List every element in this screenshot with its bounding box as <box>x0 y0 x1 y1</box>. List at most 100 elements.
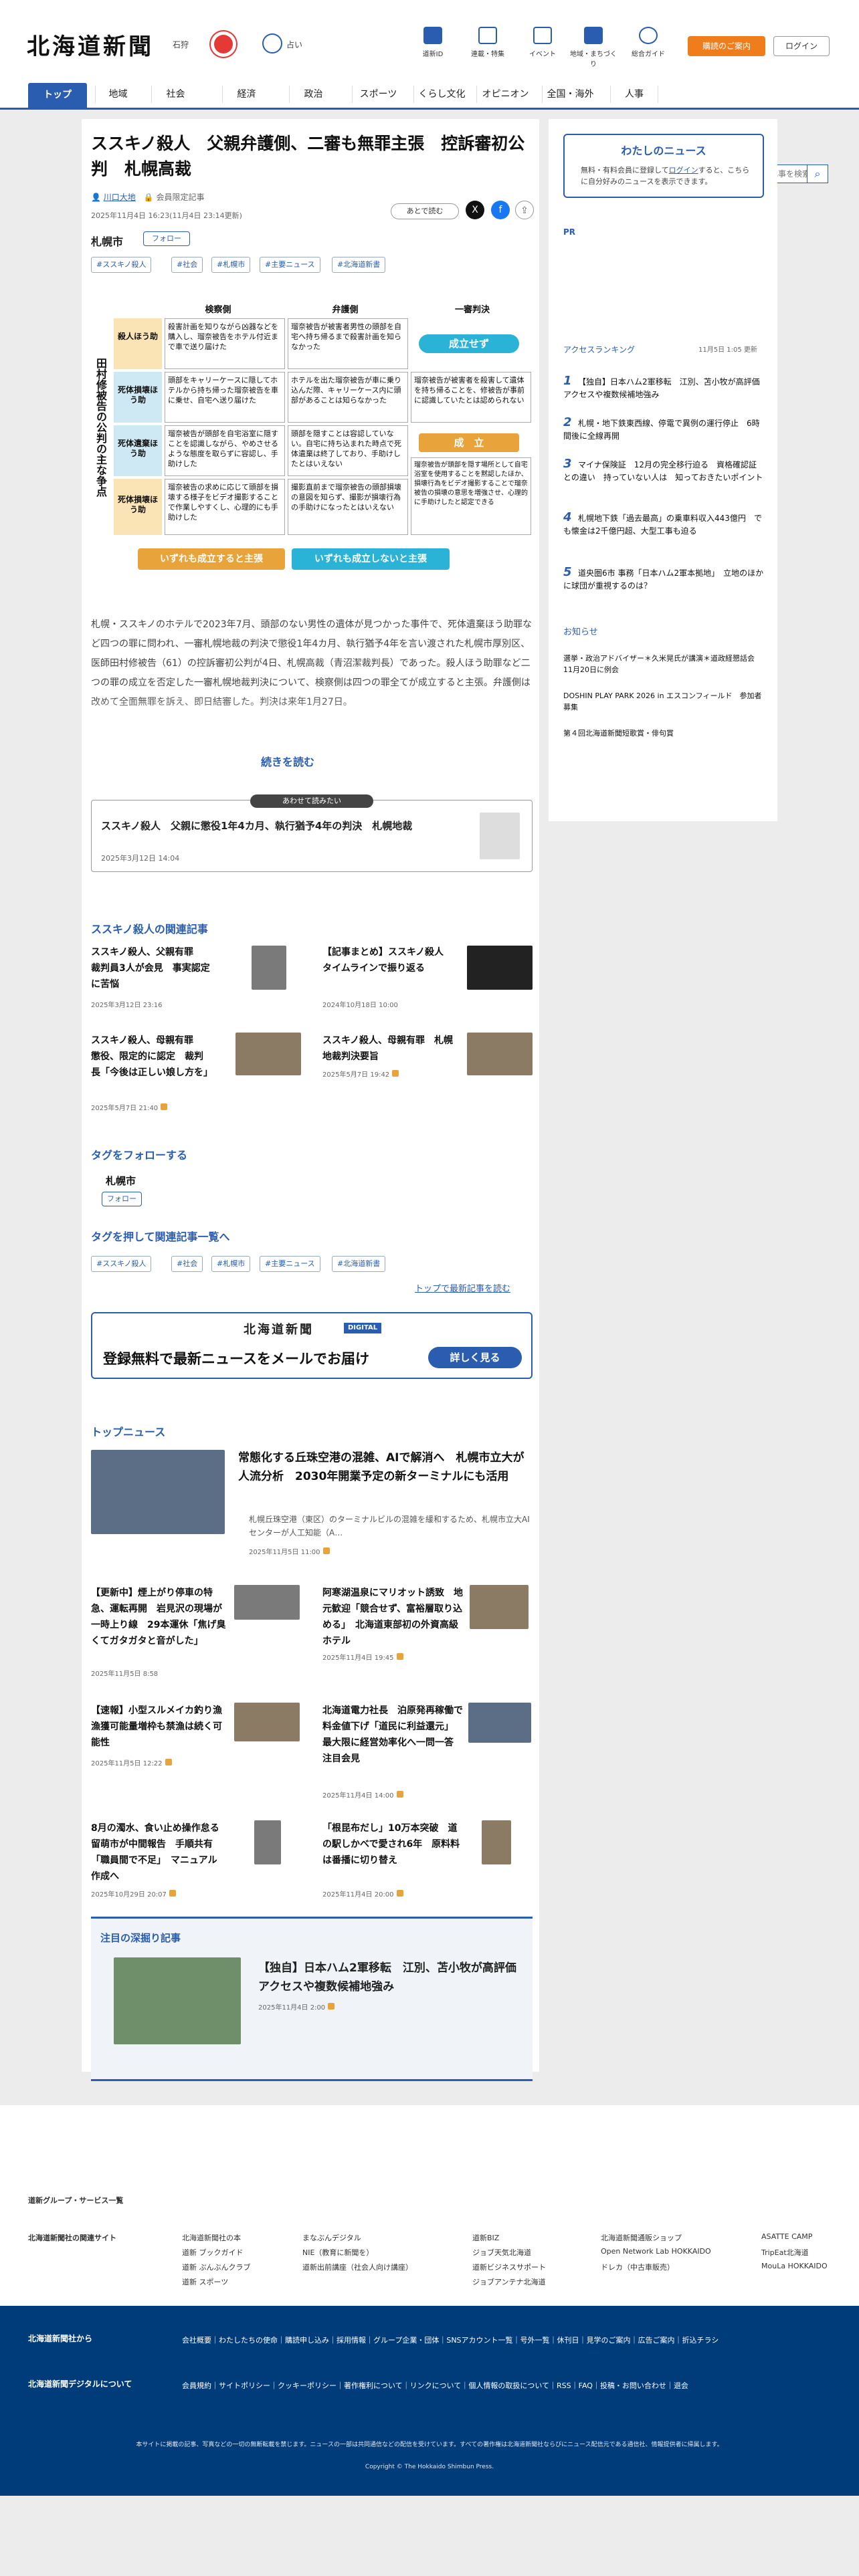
site-link[interactable]: ドレカ（中古車販売） <box>601 2262 674 2272</box>
tag-follow-button[interactable]: フォロー <box>102 1192 142 1206</box>
site-link[interactable]: 道新BIZ <box>472 2232 499 2243</box>
related-item[interactable]: 【記事まとめ】ススキノ殺人 タイムラインで振り返る <box>322 944 460 976</box>
site-link[interactable]: 北海道新聞通販ショップ <box>601 2232 682 2243</box>
nav-series[interactable]: 連載・特集 <box>464 27 511 58</box>
ranking-item[interactable]: 4 札幌地下鉄「過去最高」の乗車料収入443億円 でも懐金は2千億円超、大型工事も… <box>563 511 764 538</box>
ranking-item[interactable]: 5 道央圏6市 事務「日本ハム2軍本拠地」 立地のほかに球団が重視するのは？ <box>563 566 764 593</box>
my-news-text: 無料・有料会員に登録してログインすると、こちらに自分好みのニュースを表示できます… <box>581 166 750 186</box>
my-news-login-link[interactable]: ログイン <box>669 166 698 175</box>
top-news-item[interactable]: 「根昆布だし」10万本突破 道の駅しかべで愛され6年 原料料は番播に切り替え <box>322 1820 463 1868</box>
recommend-card[interactable]: ススキノ殺人 父親に懲役1年4カ月、執行猶予4年の判決 札幌地裁 2025年3月… <box>91 800 533 872</box>
group-services-link[interactable]: 道新グループ・サービス一覧 <box>28 2195 123 2206</box>
tab-region[interactable]: 地域 <box>95 86 140 103</box>
defense-cell: 撮影直前まで瑠奈被告の頭部損壊の意図を知らず、撮影が損壊行為の手助けになったとは… <box>288 479 408 535</box>
tag-link[interactable]: #社会 <box>171 1256 203 1272</box>
defense-cell: 瑠奈被告が被害者男性の頭部を自宅へ持ち帰るまで殺害計画を知らなかった <box>288 318 408 369</box>
top-news-item[interactable]: 北海道電力社長 泊原発再稼働で料金値下げ「道民に利益還元」 最大限に経営効率化へ… <box>322 1703 463 1767</box>
tab-society[interactable]: 社会 <box>151 86 199 103</box>
tag-link[interactable]: #ススキノ殺人 <box>91 257 152 273</box>
facebook-share-icon[interactable]: f <box>491 201 510 219</box>
dispute-table: 田村修被告の公判の主な争点 検察側 弁護側 一審判決 殺人ほう助 殺害計画を知り… <box>91 300 533 591</box>
nav-event[interactable]: イベント <box>519 27 566 58</box>
lock-icon <box>165 1759 172 1765</box>
city-tag[interactable]: 札幌市 <box>91 233 123 249</box>
digital-links[interactable]: 会員規約｜サイトポリシー｜クッキーポリシー｜著作権利について｜リンクについて｜個… <box>182 2378 771 2394</box>
ranking-item[interactable]: 2 札幌・地下鉄東西線、停電で異例の運行停止 6時間後に全線再開 <box>563 416 764 443</box>
follow-button[interactable]: フォロー <box>143 231 190 246</box>
notice-item[interactable]: 第４回北海道新聞短歌賞・俳句賞 <box>563 728 764 739</box>
tag-link[interactable]: #札幌市 <box>211 1256 251 1272</box>
banner-button[interactable]: 詳しく見る <box>428 1347 522 1368</box>
site-link[interactable]: 道新ビジネスサポート <box>472 2262 546 2272</box>
site-link[interactable]: TripEat北海道 <box>761 2247 809 2258</box>
tag-link[interactable]: #北海道新書 <box>332 257 386 273</box>
top-news-thumbnail <box>254 1820 281 1864</box>
ranking-item[interactable]: 1 【独自】日本ハム2軍移転 江別、苫小牧が高評価 アクセスや複数候補地強み <box>563 374 768 401</box>
fortune-label[interactable]: 占い <box>286 39 302 50</box>
site-link[interactable]: まなぶんデジタル <box>302 2232 361 2243</box>
nav-guide[interactable]: 総合ガイド <box>625 27 672 58</box>
share-icon[interactable]: ⇪ <box>515 201 534 219</box>
site-link[interactable]: ジョブアンテナ北海道 <box>472 2276 546 2287</box>
read-later-button[interactable]: あとで読む <box>391 203 459 219</box>
related-item[interactable]: ススキノ殺人、父親有罪 裁判員3人が会見 事実認定に苦悩 <box>91 944 211 992</box>
tagfollow-city[interactable]: 札幌市 <box>106 1173 136 1189</box>
site-link[interactable]: Open Network Lab HOKKAIDO <box>601 2247 711 2256</box>
tab-personnel[interactable]: 人事 <box>610 86 658 103</box>
tab-politics[interactable]: 政治 <box>289 86 337 103</box>
top-news-item[interactable]: 【速報】小型スルメイカ釣り漁 漁獲可能量増枠も禁漁は続く可能性 <box>91 1703 231 1751</box>
tag-link[interactable]: #ススキノ殺人 <box>91 1256 152 1272</box>
site-link[interactable]: 道新 ぶんぶんクラブ <box>182 2262 251 2272</box>
fortune-icon[interactable] <box>262 33 282 53</box>
top-news-item[interactable]: 【更新中】煙上がり停車の特急、運転再開 岩見沢の現場が一時上り線 29本運休「焦… <box>91 1585 227 1649</box>
tagfollow-heading: タグをフォローする <box>91 1149 188 1162</box>
company-links[interactable]: 会社概要｜わたしたちの使命｜購読申し込み｜採用情報｜グループ企業・団体｜SNSア… <box>182 2333 771 2349</box>
lock-icon <box>328 2003 335 2010</box>
tab-culture[interactable]: くらし文化 <box>413 86 470 103</box>
site-link[interactable]: 道新出前講座（社会人向け講座） <box>302 2262 413 2272</box>
site-logo[interactable]: 北海道新聞 <box>27 28 154 61</box>
notice-heading[interactable]: お知らせ <box>563 625 598 637</box>
newsletter-banner[interactable]: 北海道新聞 DIGITAL 登録無料で最新ニュースをメールでお届け 詳しく見る <box>91 1312 533 1379</box>
site-link[interactable]: 道新 スポーツ <box>182 2276 228 2287</box>
nav-doshin-id[interactable]: 道新ID <box>409 27 456 58</box>
x-share-icon[interactable]: X <box>466 201 484 219</box>
tab-sports[interactable]: スポーツ <box>352 86 404 103</box>
site-link[interactable]: MouLa HOKKAIDO <box>761 2262 828 2270</box>
notice-item[interactable]: 選挙・政治アドバイザー＊久米晃氏が講演＊道政経懇話会 11月20日に例会 <box>563 653 764 675</box>
deep-dive-section: 注目の深掘り記事 【独自】日本ハム2軍移転 江別、苫小牧が高評価 アクセスや複数… <box>91 1917 533 2081</box>
tab-opinion[interactable]: オピニオン <box>476 86 534 103</box>
read-more-link[interactable]: 続きを読む <box>261 753 314 769</box>
tag-link[interactable]: #主要ニュース <box>260 257 320 273</box>
back-to-top-link[interactable]: トップで最新記事を読む <box>415 1281 510 1294</box>
tag-link[interactable]: #札幌市 <box>211 257 251 273</box>
footer-corporate: 北海道新聞社から 会社概要｜わたしたちの使命｜購読申し込み｜採用情報｜グループ企… <box>0 2306 859 2496</box>
login-button[interactable]: ログイン <box>773 36 830 56</box>
prosecution-cell: 殺害計画を知りながら凶器などを購入し、瑠奈被告をホテル付近まで車で送り届けた <box>165 318 285 369</box>
site-link[interactable]: 道新 ブックガイド <box>182 2247 244 2258</box>
tab-top[interactable]: トップ <box>28 83 87 108</box>
site-link[interactable]: NIE（教育に新聞を） <box>302 2247 373 2258</box>
region-label[interactable]: 石狩 <box>173 39 189 50</box>
related-item[interactable]: ススキノ殺人、母親有罪 札幌地裁判決要旨 <box>322 1033 460 1065</box>
related-item[interactable]: ススキノ殺人、母親有罪 懲役、限定的に認定 裁判長「今後は正しい娘し方を」 <box>91 1033 213 1081</box>
tag-link[interactable]: #社会 <box>171 257 203 273</box>
tag-link[interactable]: #主要ニュース <box>260 1256 320 1272</box>
ranking-heading[interactable]: アクセスランキング <box>563 344 635 355</box>
tag-link[interactable]: #北海道新書 <box>332 1256 386 1272</box>
site-link[interactable]: ASATTE CAMP <box>761 2232 812 2241</box>
lead-headline[interactable]: 常態化する丘珠空港の混雑、AIで解消へ 札幌市立大が人流分析 2030年開業予定… <box>238 1448 533 1486</box>
deep-headline[interactable]: 【独自】日本ハム2軍移転 江別、苫小牧が高評価 アクセスや複数候補地強み <box>258 1959 528 1996</box>
subscribe-button[interactable]: 購読のご案内 <box>688 36 765 56</box>
search-icon[interactable]: ⌕ <box>807 165 828 183</box>
tab-economy[interactable]: 経済 <box>222 86 270 103</box>
ranking-item[interactable]: 3 マイナ保険証 12月の完全移行迫る 資格確認証との違い 持っていない人は 知っ… <box>563 457 764 484</box>
tab-world[interactable]: 全国・海外 <box>542 86 598 103</box>
site-link[interactable]: 北海道新聞社の本 <box>182 2232 241 2243</box>
notice-item[interactable]: DOSHIN PLAY PARK 2026 in エスコンフィールド 参加者募集 <box>563 690 764 713</box>
nav-region[interactable]: 地域・まちづくり <box>570 27 617 68</box>
top-news-item[interactable]: 阿寒湖温泉にマリオット誘致 地元歓迎「競合せず、富裕層取り込める」 北海道東部初… <box>322 1585 463 1649</box>
weather-sun-icon[interactable] <box>214 35 233 53</box>
top-news-item[interactable]: 8月の濁水、食い止め操作怠る 留萌市が中間報告 手順共有「職員間で不足」 マニュ… <box>91 1820 229 1885</box>
site-link[interactable]: ジョブ天気北海道 <box>472 2247 531 2258</box>
